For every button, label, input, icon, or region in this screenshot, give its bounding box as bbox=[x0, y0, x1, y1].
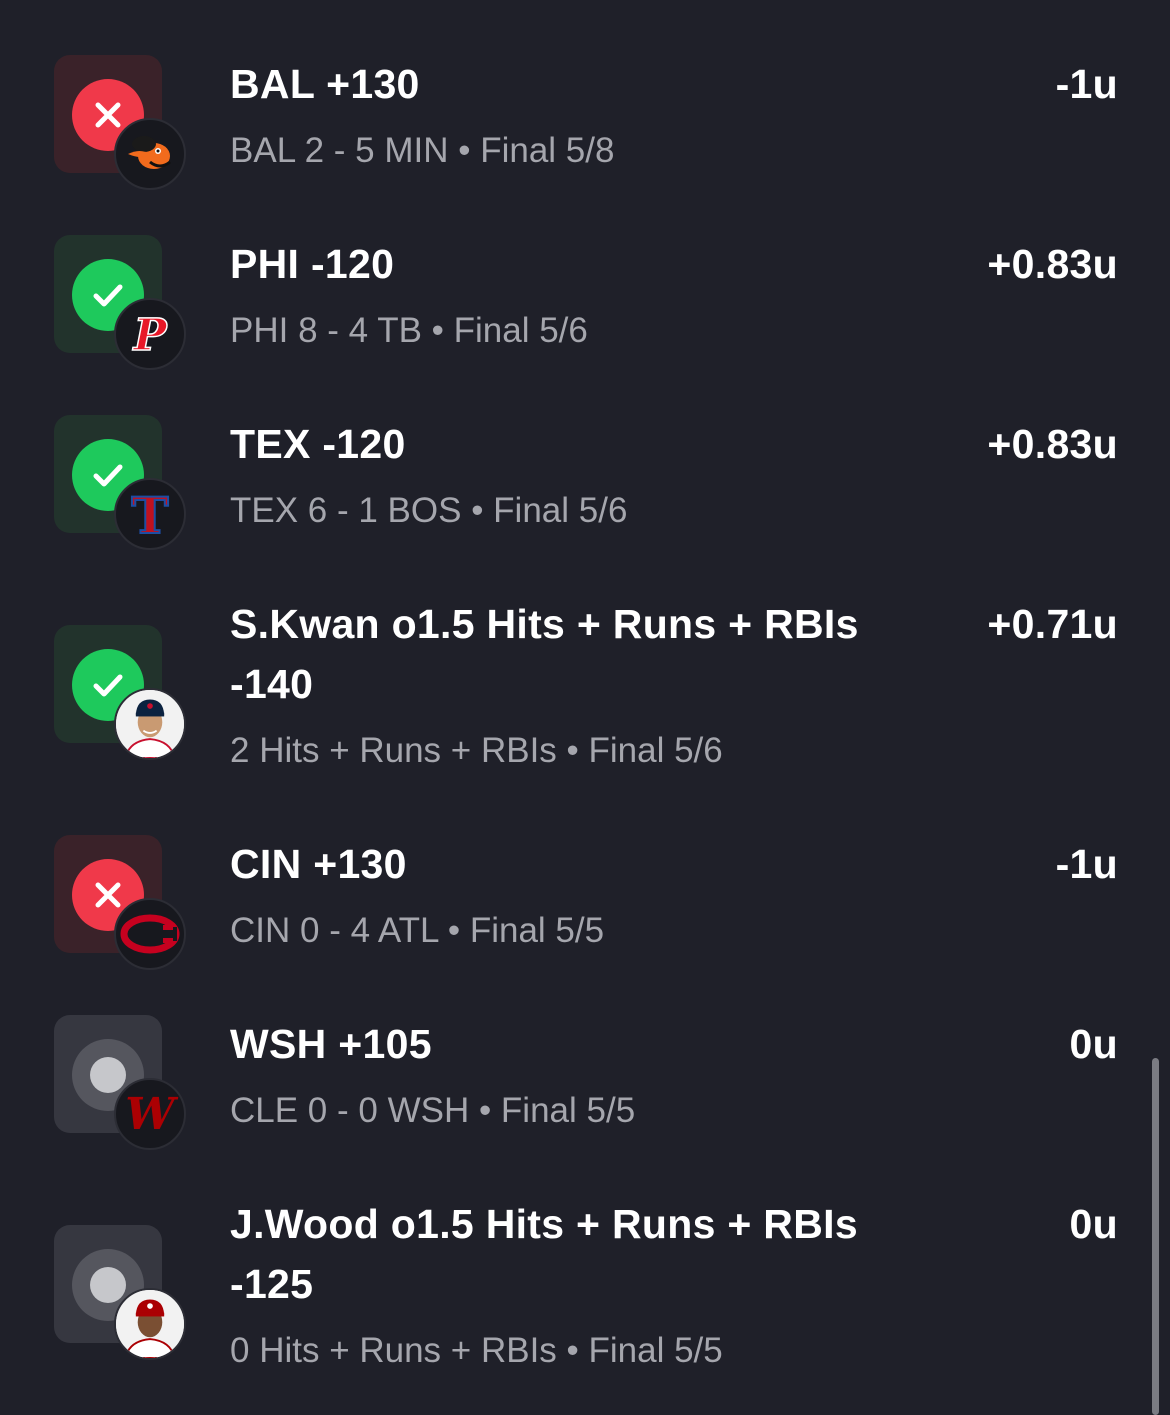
bet-result: +0.83u bbox=[987, 421, 1118, 467]
checkmark-icon bbox=[93, 674, 123, 697]
scrollbar[interactable] bbox=[1152, 1058, 1159, 1415]
bet-detail: 2 Hits + Runs + RBIs • Final 5/6 bbox=[230, 731, 723, 770]
nationals-logo-icon: W bbox=[114, 1078, 186, 1150]
push-dot-icon bbox=[90, 1267, 126, 1303]
bet-title: BAL +130 bbox=[230, 61, 420, 107]
bet-detail: BAL 2 - 5 MIN • Final 5/8 bbox=[230, 131, 615, 170]
bet-detail: CLE 0 - 0 WSH • Final 5/5 bbox=[230, 1091, 636, 1130]
bet-result: 0u bbox=[1069, 1201, 1118, 1247]
x-icon bbox=[95, 882, 121, 908]
push-dot-icon bbox=[90, 1057, 126, 1093]
reds-logo-icon bbox=[114, 898, 186, 970]
bet-title: WSH +105 bbox=[230, 1021, 432, 1067]
bet-detail: CIN 0 - 4 ATL • Final 5/5 bbox=[230, 911, 605, 950]
bet-title: J.Wood o1.5 Hits + Runs + RBIs bbox=[230, 1201, 858, 1247]
bet-detail: PHI 8 - 4 TB • Final 5/6 bbox=[230, 311, 588, 350]
bet-title: PHI -120 bbox=[230, 241, 395, 287]
checkmark-icon bbox=[93, 284, 123, 307]
rangers-logo-icon: T bbox=[114, 478, 186, 550]
bet-result: 0u bbox=[1069, 1021, 1118, 1067]
bet-result: +0.71u bbox=[987, 601, 1118, 647]
bet-detail: 0 Hits + Runs + RBIs • Final 5/5 bbox=[230, 1331, 723, 1370]
bet-title: CIN +130 bbox=[230, 841, 407, 887]
bet-title: S.Kwan o1.5 Hits + Runs + RBIs bbox=[230, 601, 859, 647]
svg-text:P: P bbox=[131, 310, 168, 361]
phillies-logo-icon: P bbox=[114, 298, 186, 370]
bet-odds: -140 bbox=[230, 661, 314, 707]
svg-text:T: T bbox=[131, 486, 168, 544]
bet-result: +0.83u bbox=[987, 241, 1118, 287]
x-icon bbox=[95, 102, 121, 128]
bet-result: -1u bbox=[1055, 841, 1118, 887]
bet-result: -1u bbox=[1055, 61, 1118, 107]
bet-detail: TEX 6 - 1 BOS • Final 5/6 bbox=[230, 491, 628, 530]
player-headshot-icon bbox=[114, 688, 186, 760]
orioles-logo-icon bbox=[114, 118, 186, 190]
player-headshot-icon bbox=[114, 1288, 186, 1360]
checkmark-icon bbox=[93, 464, 123, 487]
bet-odds: -125 bbox=[230, 1261, 314, 1307]
svg-text:W: W bbox=[125, 1089, 179, 1140]
bet-title: TEX -120 bbox=[230, 421, 406, 467]
